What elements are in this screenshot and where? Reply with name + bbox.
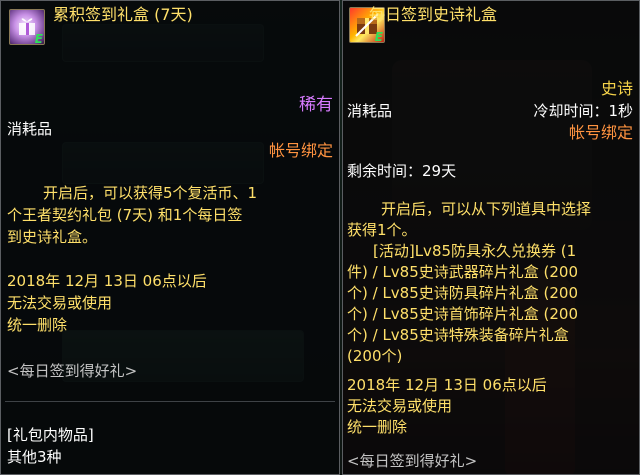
item-type: 消耗品 <box>347 102 393 120</box>
rarity-label: 稀有 <box>299 95 333 115</box>
expiry-note: 统一删除 <box>7 316 68 334</box>
remaining-time: 剩余时间：29天 <box>347 162 457 180</box>
grade-letter: E <box>374 30 383 43</box>
description-line: 个) / Lv85史诗防具碎片礼盒 (200 <box>347 284 579 302</box>
event-tag: <每日签到得好礼> <box>347 452 478 470</box>
description-line: 开启后，可以从下列道具中选择 <box>381 200 592 218</box>
expiry-note: 无法交易或使用 <box>7 294 113 312</box>
binding-label: 帐号绑定 <box>568 123 633 142</box>
description-line: 获得1个。 <box>347 221 417 239</box>
description-line: 开启后，可以获得5个复活币、1 <box>43 184 258 202</box>
item-type: 消耗品 <box>7 120 53 138</box>
binding-label: 帐号绑定 <box>268 141 333 160</box>
rarity-label: 史诗 <box>600 79 633 98</box>
item-title: 每日签到史诗礼盒 <box>369 5 498 24</box>
event-tag: <每日签到得好礼> <box>7 362 138 380</box>
grade-letter: E <box>34 32 43 45</box>
description-line: 个王者契约礼包 (7天) 和1个每日签 <box>7 206 243 224</box>
description-line: [活动]Lv85防具永久兑换券 (1 <box>373 242 577 260</box>
contents-count: 其他3种 <box>7 448 62 466</box>
description-line: (200个) <box>347 347 403 365</box>
expiry-note: 无法交易或使用 <box>347 397 453 415</box>
description-line: 件) / Lv85史诗武器碎片礼盒 (200 <box>347 263 579 281</box>
contents-header: [礼包内物品] <box>7 426 94 444</box>
gift-box-icon: E <box>9 9 45 45</box>
expiry-note: 统一删除 <box>347 418 408 436</box>
cooldown-time: 冷却时间：1秒 <box>533 102 633 120</box>
expiry-date: 2018年 12月 13日 06点以后 <box>347 376 547 394</box>
expiry-date: 2018年 12月 13日 06点以后 <box>7 272 207 290</box>
description-line: 个) / Lv85史诗首饰碎片礼盒 (200 <box>347 305 579 323</box>
divider <box>5 401 335 402</box>
item-tooltip-checkin-gift-box: E 累积签到礼盒 (7天) 稀有 消耗品 帐号绑定 开启后，可以获得5个复活币、… <box>0 0 340 475</box>
item-tooltip-epic-gift-box: E 每日签到史诗礼盒 史诗 消耗品 冷却时间：1秒 帐号绑定 剩余时间：29天 … <box>342 0 640 475</box>
item-title: 累积签到礼盒 (7天) <box>53 5 193 24</box>
description-line: 到史诗礼盒。 <box>7 228 98 246</box>
description-line: 个) / Lv85史诗特殊装备碎片礼盒 <box>347 326 569 344</box>
